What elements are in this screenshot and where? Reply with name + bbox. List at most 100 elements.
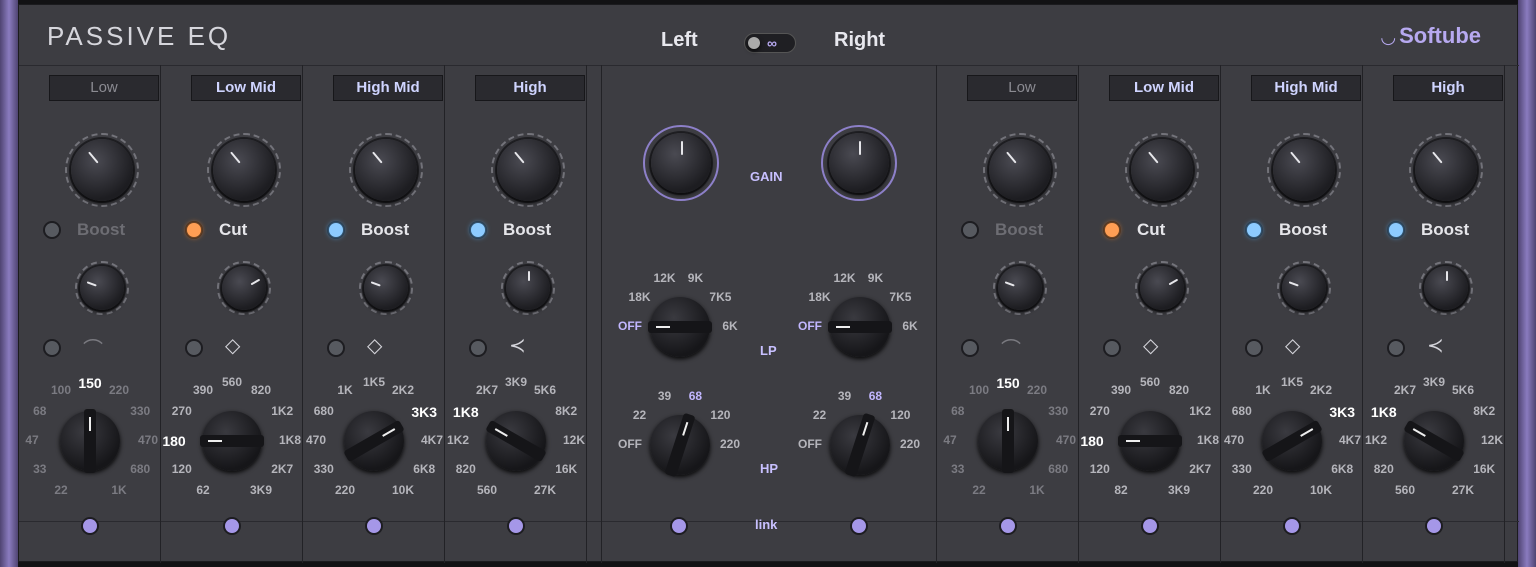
band-gain-knob[interactable]	[1273, 139, 1335, 201]
shape-lamp[interactable]	[1247, 341, 1261, 355]
band-label-high-mid[interactable]: High Mid	[1251, 75, 1361, 101]
mode-lamp[interactable]	[329, 223, 343, 237]
freq-label: 3K3	[411, 404, 438, 420]
freq-label: 120	[171, 462, 192, 476]
right-link-led[interactable]	[852, 519, 866, 533]
band-link-led[interactable]	[1285, 519, 1299, 533]
shape-lamp[interactable]	[187, 341, 201, 355]
right-gain-knob[interactable]	[829, 133, 889, 193]
mode-label[interactable]: Boost	[995, 220, 1043, 240]
freq-selector-knob[interactable]	[343, 411, 405, 471]
band-gain-knob[interactable]	[1415, 139, 1477, 201]
freq-label: 470	[305, 433, 327, 447]
selector-mark	[382, 428, 396, 437]
band-label-high[interactable]: High	[475, 75, 585, 101]
mode-lamp[interactable]	[187, 223, 201, 237]
mode-lamp[interactable]	[1247, 223, 1261, 237]
band-label-low[interactable]: Low	[49, 75, 159, 101]
mode-label[interactable]: Boost	[77, 220, 125, 240]
band-label-high-mid[interactable]: High Mid	[333, 75, 443, 101]
right-lp-freq-label: 9K	[867, 271, 884, 286]
mode-label[interactable]: Boost	[1421, 220, 1469, 240]
freq-label: 560	[1139, 375, 1161, 389]
freq-selector-knob[interactable]	[1118, 411, 1182, 471]
left-link-led[interactable]	[672, 519, 686, 533]
mode-label[interactable]: Boost	[503, 220, 551, 240]
band-q-knob[interactable]	[80, 266, 124, 310]
band-gain-knob[interactable]	[355, 139, 417, 201]
band-link-led[interactable]	[1427, 519, 1441, 533]
band-label-low[interactable]: Low	[967, 75, 1077, 101]
band-link-led[interactable]	[509, 519, 523, 533]
mode-lamp[interactable]	[1389, 223, 1403, 237]
band-gain-knob[interactable]	[989, 139, 1051, 201]
freq-selector-knob[interactable]	[60, 409, 120, 473]
knob-pointer	[370, 281, 381, 287]
band-gain-knob[interactable]	[213, 139, 275, 201]
freq-label: 1K8	[1196, 433, 1219, 447]
mode-lamp[interactable]	[45, 223, 59, 237]
band-q-knob[interactable]	[222, 266, 266, 310]
band-q-knob[interactable]	[1282, 266, 1326, 310]
right-hp-freq-label: 68	[868, 389, 883, 404]
left-hp-selector-knob[interactable]	[650, 412, 710, 478]
right-lp-selector-knob[interactable]	[828, 297, 892, 357]
freq-label: 6K8	[413, 462, 436, 476]
left-lp-selector-knob[interactable]	[648, 297, 712, 357]
freq-label: 27K	[1451, 483, 1474, 498]
band-link-led[interactable]	[83, 519, 97, 533]
freq-selector-knob[interactable]	[485, 411, 547, 471]
freq-label: 3K9	[1422, 375, 1445, 389]
freq-selector-knob[interactable]	[200, 411, 264, 471]
right-hp-selector-knob[interactable]	[830, 412, 890, 478]
freq-selector-knob[interactable]	[1261, 411, 1323, 471]
band-gain-knob[interactable]	[1131, 139, 1193, 201]
shape-lamp[interactable]	[1389, 341, 1403, 355]
freq-label: 330	[1048, 404, 1069, 418]
mode-lamp[interactable]	[963, 223, 977, 237]
selector-bar	[844, 412, 876, 478]
stereo-link-toggle[interactable]: ∞	[744, 33, 796, 53]
band-label-low-mid[interactable]: Low Mid	[1109, 75, 1219, 101]
shape-lamp[interactable]	[1105, 341, 1119, 355]
shape-lamp[interactable]	[329, 341, 343, 355]
mode-label[interactable]: Cut	[1137, 220, 1165, 240]
band-label-high[interactable]: High	[1393, 75, 1503, 101]
band-q-knob[interactable]	[1424, 266, 1468, 310]
band-gain-knob[interactable]	[497, 139, 559, 201]
mode-label[interactable]: Boost	[361, 220, 409, 240]
shape-lamp[interactable]	[45, 341, 59, 355]
knob-pointer	[1148, 151, 1159, 164]
freq-label: 10K	[1309, 483, 1332, 498]
mode-label[interactable]: Boost	[1279, 220, 1327, 240]
freq-label: 470	[1055, 433, 1077, 447]
band-q-knob[interactable]	[364, 266, 408, 310]
mode-lamp[interactable]	[1105, 223, 1119, 237]
mode-lamp[interactable]	[471, 223, 485, 237]
freq-label: 3K9	[1167, 483, 1190, 498]
band-q-knob[interactable]	[1140, 266, 1184, 310]
freq-label: 390	[192, 382, 214, 397]
band-label-low-mid[interactable]: Low Mid	[191, 75, 301, 101]
band-link-led[interactable]	[1143, 519, 1157, 533]
band-left-2: Low Mid Cut ◇ 62 120 180 270 390 560 820 1K2 1K8 2K7…	[161, 65, 303, 563]
band-q-knob[interactable]	[506, 266, 550, 310]
freq-label: 33	[33, 462, 47, 476]
freq-selector-knob[interactable]	[978, 409, 1038, 473]
band-link-led[interactable]	[367, 519, 381, 533]
selector-mark	[862, 421, 869, 436]
left-gain-knob[interactable]	[651, 133, 711, 193]
shape-lamp[interactable]	[963, 341, 977, 355]
freq-label: 390	[1110, 382, 1132, 397]
knob-pointer	[1004, 281, 1015, 287]
freq-label: 1K5	[1280, 375, 1303, 389]
freq-selector-knob[interactable]	[1403, 411, 1465, 471]
smile-icon: ◡	[1381, 27, 1396, 47]
shape-lamp[interactable]	[471, 341, 485, 355]
band-gain-knob[interactable]	[71, 139, 133, 201]
band-link-led[interactable]	[1001, 519, 1015, 533]
band-link-led[interactable]	[225, 519, 239, 533]
freq-label: 1K	[337, 382, 353, 397]
mode-label[interactable]: Cut	[219, 220, 247, 240]
band-q-knob[interactable]	[998, 266, 1042, 310]
